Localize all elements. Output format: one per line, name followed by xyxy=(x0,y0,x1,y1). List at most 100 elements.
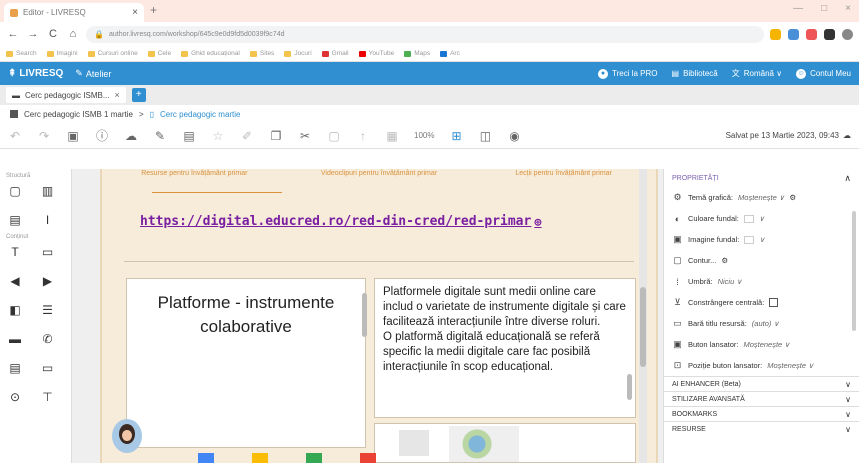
language-select[interactable]: 文 Română ∨ xyxy=(732,68,782,79)
paste-icon[interactable]: ▢ xyxy=(327,129,341,143)
save-icon[interactable]: ▣ xyxy=(66,129,80,143)
bookmark-item[interactable]: Maps xyxy=(404,50,430,57)
extension-icon[interactable] xyxy=(788,28,799,40)
prop-background-image[interactable]: ▣ Imagine fundal: ∨ xyxy=(664,229,859,250)
gallery-icon[interactable]: ◧ xyxy=(6,302,24,318)
settings-icon[interactable]: ⚙ xyxy=(721,256,728,265)
subtab-lessons[interactable]: Lecții pentru învățământ primar xyxy=(504,169,624,191)
section-block-icon[interactable]: ▢ xyxy=(6,183,24,199)
image-icon[interactable]: ▭ xyxy=(39,244,57,260)
embed-icon[interactable]: ▬ xyxy=(6,331,24,347)
bookmark-item[interactable]: Cursuri online xyxy=(87,50,138,57)
scrollbar[interactable] xyxy=(627,374,632,400)
title-box[interactable]: Platforme - instrumente colaborative xyxy=(126,278,366,448)
bookmark-item[interactable]: Ghid educațional xyxy=(181,50,240,57)
document-tab[interactable]: ▬ Cerc pedagogic ISMB... × xyxy=(6,87,126,103)
image-swatch[interactable] xyxy=(744,235,755,244)
browser-tab[interactable]: Editor - LIVRESQ × xyxy=(4,3,144,22)
layout-grid-icon[interactable]: ⊞ xyxy=(449,129,463,143)
bookmark-item[interactable]: Arc xyxy=(440,50,460,57)
column-block-icon[interactable]: ▥ xyxy=(39,183,57,199)
center-checkbox[interactable] xyxy=(769,298,779,307)
atelier-link[interactable]: ✎ Atelier xyxy=(75,68,111,79)
subtab-videos[interactable]: Videoclipuri pentru învățământ primar xyxy=(319,169,439,191)
scrollbar[interactable] xyxy=(362,293,367,337)
cloud-icon[interactable]: ☁ xyxy=(124,129,138,143)
close-tab-icon[interactable]: × xyxy=(132,7,138,18)
document-icon[interactable]: ▤ xyxy=(6,360,24,376)
extension-icon[interactable] xyxy=(806,28,817,40)
copy-icon[interactable]: ❐ xyxy=(269,129,283,143)
bookmark-item[interactable]: YouTube xyxy=(358,50,394,57)
section-advanced-styling[interactable]: STILIZARE AVANSATĂ ∨ xyxy=(664,391,859,406)
home-icon[interactable]: ⌂ xyxy=(66,28,80,40)
app-logo[interactable]: ⇞ LIVRESQ xyxy=(8,68,63,79)
chevron-up-icon[interactable]: ∧ xyxy=(844,173,851,184)
info-icon[interactable]: ⓘ xyxy=(95,127,109,144)
back-icon[interactable]: ← xyxy=(6,28,20,40)
attachment-icon[interactable]: ✆ xyxy=(39,331,57,347)
subtab-resources[interactable]: Resurse pentru învățământ primar xyxy=(134,169,254,191)
audio-icon[interactable]: ◀ xyxy=(6,273,24,289)
reload-icon[interactable]: C xyxy=(46,28,60,40)
resource-link[interactable]: https://digital.educred.ro/red-din-cred/… xyxy=(140,214,542,229)
bookmark-item[interactable]: Jocuri xyxy=(284,50,312,57)
layers-icon[interactable]: ◫ xyxy=(478,129,492,143)
properties-header[interactable]: PROPRIETĂȚI ∧ xyxy=(664,169,859,187)
image-box[interactable] xyxy=(374,423,636,463)
account-button[interactable]: ☺ Contul Meu xyxy=(796,68,851,79)
location-icon[interactable]: ⊙ xyxy=(6,389,24,405)
brush-icon[interactable]: ✐ xyxy=(240,129,254,143)
text-cursor-icon[interactable]: I xyxy=(39,212,57,228)
library-button[interactable]: ▤ Bibliotecă xyxy=(672,69,718,78)
color-swatch[interactable] xyxy=(743,214,754,223)
zoom-level[interactable]: 100% xyxy=(414,131,434,140)
prop-title-bar[interactable]: ▭ Bară titlu resursă: (auto) ∨ xyxy=(664,313,859,334)
clipboard-icon[interactable]: ▤ xyxy=(182,129,196,143)
new-tab-button[interactable]: + xyxy=(150,3,157,17)
profile-icon[interactable] xyxy=(842,28,853,40)
prop-launcher-position[interactable]: ⊡ Poziție buton lansator: Moștenește ∨ xyxy=(664,355,859,376)
pen-icon[interactable]: ✎ xyxy=(153,129,167,143)
text-box[interactable]: Platformele digitale sunt medii online c… xyxy=(374,278,636,418)
lesson-page[interactable]: Resurse pentru învățământ primar Videocl… xyxy=(100,169,658,463)
close-window-button[interactable]: × xyxy=(845,3,851,14)
add-tab-button[interactable]: + xyxy=(131,88,146,102)
url-field[interactable]: 🔒 author.livresq.com/workshop/645c9e0d9f… xyxy=(86,25,764,43)
cut-icon[interactable]: ✂ xyxy=(298,129,312,143)
breadcrumb-current[interactable]: Cerc pedagogic martie xyxy=(160,110,240,119)
bookmark-item[interactable]: Sites xyxy=(249,50,274,57)
forward-icon[interactable]: → xyxy=(26,28,40,40)
minimize-button[interactable]: — xyxy=(793,3,803,14)
canvas-scrollbar[interactable] xyxy=(639,169,647,463)
prop-center-constraint[interactable]: ⊻ Constrângere centrală: xyxy=(664,292,859,313)
extension-icon[interactable] xyxy=(770,28,781,40)
bookmark-item[interactable]: Search xyxy=(6,50,37,57)
section-ai-enhancer[interactable]: AI ENHANCER (Beta) ∨ xyxy=(664,376,859,391)
extension-icon[interactable] xyxy=(824,28,835,40)
bookmark-item[interactable]: Gmail xyxy=(321,50,349,57)
close-icon[interactable]: × xyxy=(114,90,119,100)
window-icon[interactable]: ▭ xyxy=(39,360,57,376)
redo-icon[interactable]: ↷ xyxy=(37,129,51,143)
page-canvas[interactable]: Resurse pentru învățământ primar Videocl… xyxy=(72,169,663,463)
bookmark-item[interactable]: Cele xyxy=(147,50,171,57)
table-icon[interactable]: ⊤ xyxy=(39,389,57,405)
preview-icon[interactable]: ◉ xyxy=(507,129,521,143)
scroll-thumb[interactable] xyxy=(640,287,646,367)
arrow-up-icon[interactable]: ↑ xyxy=(356,129,370,143)
star-icon[interactable]: ☆ xyxy=(211,129,225,143)
pro-button[interactable]: ● Treci la PRO xyxy=(598,68,658,79)
grid-icon[interactable]: ▦ xyxy=(385,129,399,143)
list-icon[interactable]: ☰ xyxy=(39,302,57,318)
row-block-icon[interactable]: ▤ xyxy=(6,212,24,228)
prop-theme[interactable]: ⚙ Temă grafică: Moștenește ∨ ⚙ xyxy=(664,187,859,208)
undo-icon[interactable]: ↶ xyxy=(8,129,22,143)
maximize-button[interactable]: □ xyxy=(821,3,827,14)
prop-launcher[interactable]: ▣ Buton lansator: Moștenește ∨ xyxy=(664,334,859,355)
prop-shadow[interactable]: ⁞ Umbră: Niciu ∨ xyxy=(664,271,859,292)
text-icon[interactable]: T xyxy=(6,244,24,260)
bookmark-item[interactable]: Imagini xyxy=(46,50,78,57)
prop-border[interactable]: ▢ Contur... ⚙ xyxy=(664,250,859,271)
breadcrumb-root[interactable]: Cerc pedagogic ISMB 1 martie xyxy=(24,110,133,119)
